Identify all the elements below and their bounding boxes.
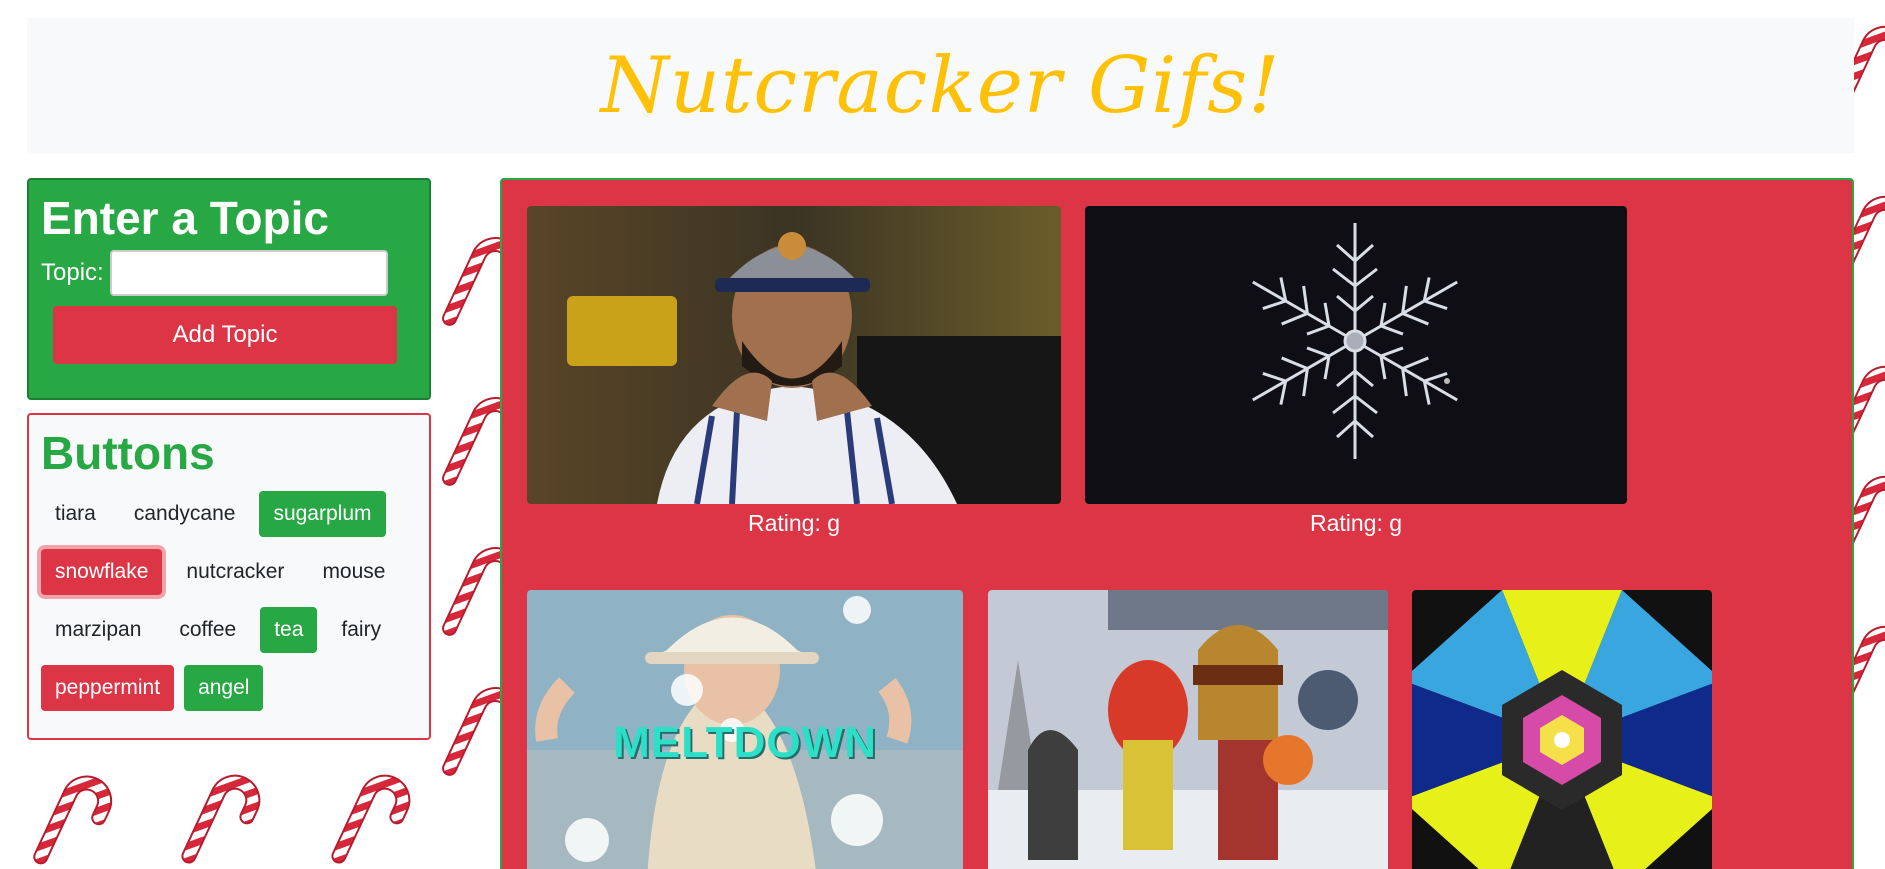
page-title: Nutcracker Gifs! bbox=[600, 40, 1281, 131]
topic-button-list: tiara candycane sugarplum snowflake nutc… bbox=[41, 491, 417, 712]
topic-button-coffee[interactable]: coffee bbox=[165, 607, 250, 653]
page-header: Nutcracker Gifs! bbox=[27, 18, 1854, 153]
topic-button-tiara[interactable]: tiara bbox=[41, 491, 110, 537]
gif-rating: Rating: g bbox=[1309, 510, 1403, 536]
topic-button-peppermint[interactable]: peppermint bbox=[41, 665, 175, 712]
gif-image[interactable] bbox=[1412, 590, 1712, 869]
topic-button-sugarplum[interactable]: sugarplum bbox=[259, 491, 386, 538]
gif-image[interactable] bbox=[988, 590, 1388, 869]
man-in-cap-gif bbox=[527, 206, 1061, 504]
topic-input-row: Topic: bbox=[41, 250, 417, 297]
topic-buttons-panel: Buttons tiara candycane sugarplum snowfl… bbox=[27, 413, 431, 740]
topic-button-mouse[interactable]: mouse bbox=[308, 549, 399, 595]
gif-overlay-text: MELTDOWN bbox=[613, 717, 877, 767]
add-topic-button[interactable]: Add Topic bbox=[53, 306, 397, 365]
gif-image[interactable]: MELTDOWN bbox=[527, 590, 963, 869]
snowflake-gif bbox=[1085, 206, 1627, 504]
topic-button-fairy[interactable]: fairy bbox=[327, 607, 395, 653]
parade-gif bbox=[988, 590, 1388, 869]
topic-label: Topic: bbox=[41, 259, 104, 287]
topic-button-marzipan[interactable]: marzipan bbox=[41, 607, 155, 653]
topic-button-angel[interactable]: angel bbox=[184, 665, 264, 712]
topic-input[interactable] bbox=[109, 250, 388, 297]
gif-image[interactable] bbox=[527, 206, 1061, 504]
gif-results-panel: Rating: g Rating: g MELTDOWN bbox=[500, 178, 1854, 869]
topic-button-candycane[interactable]: candycane bbox=[120, 491, 250, 537]
kaleidoscope-gif bbox=[1412, 590, 1712, 869]
buttons-heading: Buttons bbox=[41, 427, 215, 479]
gif-rating: Rating: g bbox=[747, 510, 841, 536]
topic-form-heading: Enter a Topic bbox=[41, 192, 329, 244]
topic-form-panel: Enter a Topic Topic: Add Topic bbox=[27, 178, 431, 400]
topic-button-tea[interactable]: tea bbox=[260, 607, 318, 654]
topic-button-snowflake[interactable]: snowflake bbox=[41, 549, 163, 596]
topic-button-nutcracker[interactable]: nutcracker bbox=[172, 549, 298, 595]
gif-image[interactable] bbox=[1085, 206, 1627, 504]
